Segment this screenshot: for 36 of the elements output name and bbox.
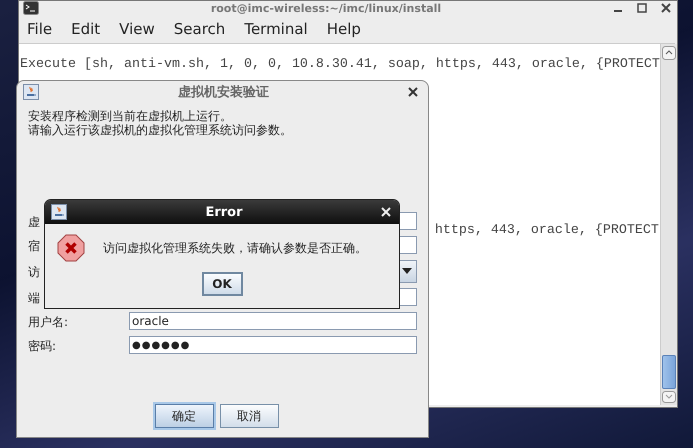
maximize-icon[interactable]: [637, 3, 647, 13]
field-label: 访: [28, 265, 40, 279]
dialog-message: 安装程序检测到当前在虚拟机上运行。: [28, 109, 233, 123]
cancel-button[interactable]: 取消: [220, 404, 278, 428]
scroll-up-icon[interactable]: [662, 46, 676, 60]
menu-item[interactable]: File: [27, 20, 52, 38]
close-icon[interactable]: [661, 3, 671, 13]
dialog-title: 虚拟机安装验证: [177, 84, 270, 101]
input-field[interactable]: oracle: [129, 312, 417, 330]
field-label: 端: [28, 291, 40, 305]
ok-button[interactable]: OK: [202, 272, 242, 296]
close-icon[interactable]: [408, 87, 418, 97]
field-label: 宿: [28, 239, 40, 253]
menu-item[interactable]: Terminal: [244, 20, 308, 38]
terminal-line: Execute [sh, anti-vm.sh, 1, 0, 0, 10.8.30.41, soap, https, 443, oracle, {PROTECT: [19, 57, 660, 72]
field-label: 用户名:: [28, 315, 68, 329]
java-cup-icon: [23, 84, 39, 100]
scroll-down-icon[interactable]: [662, 391, 676, 403]
terminal-line: https, 443, oracle, {PROTECT: [434, 223, 660, 238]
terminal-icon: [23, 1, 39, 15]
java-cup-icon: [51, 204, 67, 220]
password-field[interactable]: ●●●●●●: [129, 336, 417, 354]
dialog-message: 请输入运行该虚拟机的虚拟化管理系统访问参数。: [28, 123, 293, 137]
dialog-title: Error: [204, 204, 244, 220]
window-title: root@imc-wireless:~/imc/linux/install: [210, 2, 442, 14]
field-label: 虚: [28, 215, 40, 229]
menu-item[interactable]: Edit: [71, 20, 100, 38]
confirm-button[interactable]: 确定: [154, 404, 214, 428]
scrollbar[interactable]: [660, 44, 677, 405]
menu-item[interactable]: View: [119, 20, 155, 38]
field-label: 密码:: [28, 339, 56, 353]
error-message: 访问虚拟化管理系统失败，请确认参数是否正确。: [103, 240, 367, 256]
error-icon: [57, 234, 85, 262]
menu-item[interactable]: Help: [326, 20, 361, 38]
scroll-thumb[interactable]: [662, 355, 676, 389]
menu-item[interactable]: Search: [174, 20, 226, 38]
